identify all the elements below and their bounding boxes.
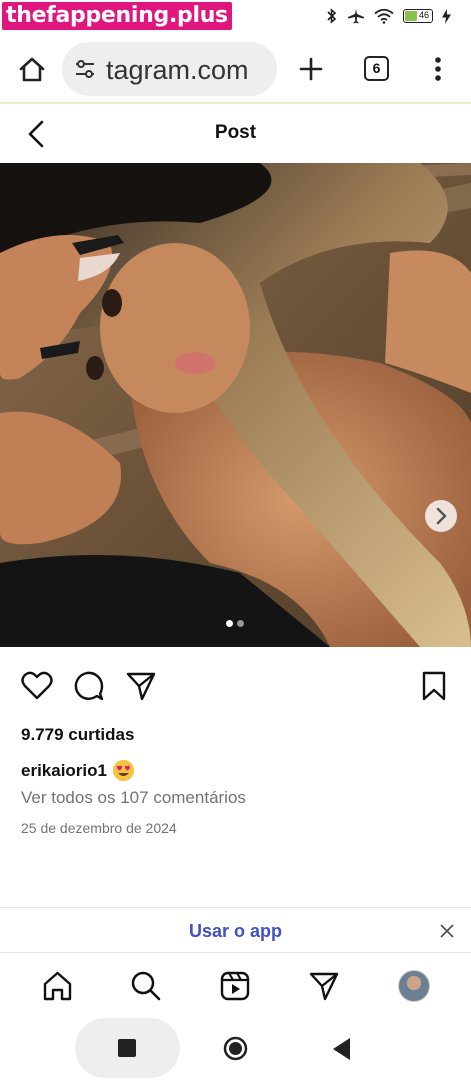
share-send-icon[interactable] — [126, 671, 156, 701]
carousel-dot — [237, 620, 244, 627]
battery-fill — [405, 11, 418, 21]
comment-icon[interactable] — [74, 671, 104, 701]
like-heart-icon[interactable] — [21, 671, 53, 701]
direct-messages-icon[interactable] — [309, 971, 339, 1001]
post-header: Post — [0, 106, 471, 162]
site-settings-icon[interactable] — [74, 59, 96, 79]
home-circle-icon[interactable] — [223, 1036, 248, 1061]
recents-square-icon — [118, 1039, 136, 1057]
post-date: 25 de dezembro de 2024 — [21, 820, 177, 836]
tabs-icon[interactable]: 6 — [364, 56, 389, 81]
use-app-banner: Usar o app — [0, 907, 471, 953]
charging-icon — [442, 8, 451, 24]
post-caption: erikaiorio1 — [21, 760, 134, 781]
address-bar[interactable]: tagram.com — [62, 42, 277, 96]
likes-count[interactable]: 9.779 curtidas — [21, 725, 134, 745]
status-bar: thefappening.plus 46 — [0, 0, 471, 34]
browser-toolbar: tagram.com 6 — [0, 34, 471, 104]
recents-button[interactable] — [75, 1018, 180, 1078]
post-actions — [0, 664, 471, 710]
carousel-indicator — [226, 620, 244, 627]
battery-level: 46 — [418, 10, 429, 20]
wifi-icon — [374, 8, 394, 24]
back-triangle-icon[interactable] — [333, 1038, 351, 1060]
carousel-dot-active — [226, 620, 233, 627]
home-icon[interactable] — [18, 56, 46, 83]
username-link[interactable]: erikaiorio1 — [21, 761, 107, 781]
photo-illustration — [0, 163, 471, 647]
url-text[interactable]: tagram.com — [106, 55, 249, 86]
home-icon[interactable] — [42, 971, 73, 1001]
status-icons: 46 — [326, 8, 451, 24]
system-navigation-bar — [0, 1018, 471, 1080]
chevron-right-icon — [436, 507, 447, 525]
close-icon[interactable] — [440, 924, 454, 938]
reels-icon[interactable] — [220, 971, 250, 1001]
battery-icon: 46 — [403, 9, 433, 23]
watermark: thefappening.plus — [2, 2, 232, 30]
bottom-navigation — [0, 954, 471, 1018]
carousel-next-button[interactable] — [425, 500, 457, 532]
view-comments-link[interactable]: Ver todos os 107 comentários — [21, 788, 246, 808]
bookmark-icon[interactable] — [422, 671, 446, 701]
bluetooth-icon — [327, 8, 337, 24]
use-app-button[interactable]: Usar o app — [0, 921, 471, 942]
new-tab-icon[interactable] — [299, 57, 323, 81]
page-title: Post — [214, 122, 257, 143]
heart-eyes-emoji — [113, 760, 134, 781]
airplane-icon — [348, 9, 364, 24]
post-image[interactable] — [0, 163, 471, 647]
profile-avatar[interactable] — [398, 970, 430, 1002]
search-icon[interactable] — [131, 971, 161, 1001]
menu-icon[interactable] — [434, 56, 442, 82]
